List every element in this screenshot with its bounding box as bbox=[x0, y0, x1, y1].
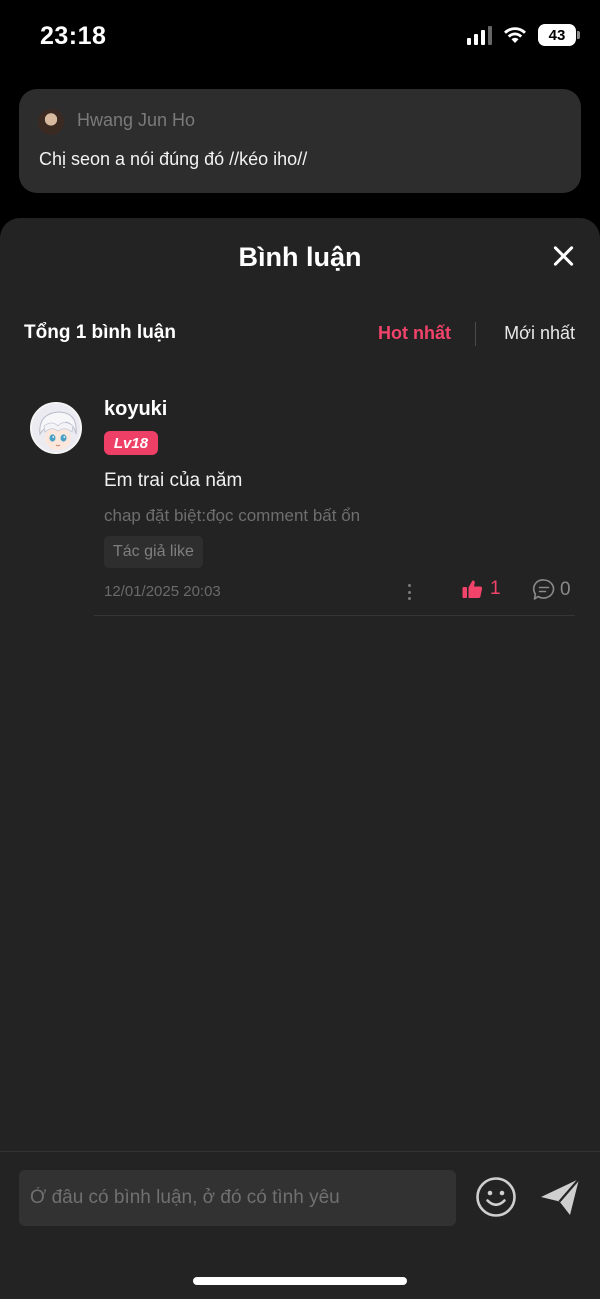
comment-date: 12/01/2025 20:03 bbox=[104, 583, 221, 600]
total-comments-label: Tổng 1 bình luận bbox=[24, 322, 176, 343]
thumbs-up-icon bbox=[462, 580, 483, 598]
wifi-icon bbox=[504, 27, 526, 43]
comment-divider bbox=[94, 615, 575, 616]
sheet-title: Bình luận bbox=[238, 242, 362, 272]
status-time: 23:18 bbox=[40, 22, 107, 50]
status-icons: 43 bbox=[467, 24, 580, 46]
battery-icon: 43 bbox=[538, 24, 580, 46]
level-badge: Lv18 bbox=[104, 431, 158, 455]
comment-bubble-icon bbox=[532, 579, 555, 600]
sort-newest-tab[interactable]: Mới nhất bbox=[504, 323, 575, 344]
signal-icon bbox=[467, 25, 492, 45]
emoji-icon[interactable] bbox=[475, 1176, 517, 1218]
close-icon[interactable] bbox=[552, 245, 574, 267]
reply-count: 0 bbox=[560, 578, 571, 600]
reply-preview-card[interactable]: Hwang Jun Ho Chị seon a nói đúng đó //ké… bbox=[19, 89, 581, 193]
avatar[interactable] bbox=[30, 402, 82, 454]
reply-button[interactable]: 0 bbox=[532, 578, 571, 601]
reply-text: Chị seon a nói đúng đó //kéo iho// bbox=[39, 149, 308, 169]
reply-author-name: Hwang Jun Ho bbox=[77, 110, 196, 130]
comments-sheet: Bình luận Tổng 1 bình luận Hot nhất Mới … bbox=[0, 218, 600, 1299]
sort-divider bbox=[475, 322, 476, 346]
like-count: 1 bbox=[490, 578, 501, 599]
author-like-tag: Tác giả like bbox=[104, 536, 203, 568]
comment-chapter[interactable]: chap đặt biệt:đọc comment bất ổn bbox=[104, 506, 360, 526]
status-bar: 23:18 43 bbox=[0, 0, 600, 72]
home-indicator[interactable] bbox=[193, 1277, 407, 1285]
comment-input[interactable] bbox=[19, 1170, 456, 1226]
more-icon[interactable] bbox=[404, 582, 414, 602]
input-divider bbox=[0, 1151, 600, 1152]
comment-input-box[interactable] bbox=[19, 1170, 456, 1226]
battery-level: 43 bbox=[548, 26, 566, 44]
comment-text: Em trai của năm bbox=[104, 470, 243, 491]
avatar-illustration bbox=[32, 404, 80, 452]
like-button[interactable]: 1 bbox=[462, 578, 501, 600]
reply-author-avatar bbox=[38, 109, 64, 135]
comment-author[interactable]: koyuki bbox=[104, 398, 167, 421]
send-icon[interactable] bbox=[539, 1176, 581, 1218]
sort-hot-tab[interactable]: Hot nhất bbox=[378, 323, 451, 344]
